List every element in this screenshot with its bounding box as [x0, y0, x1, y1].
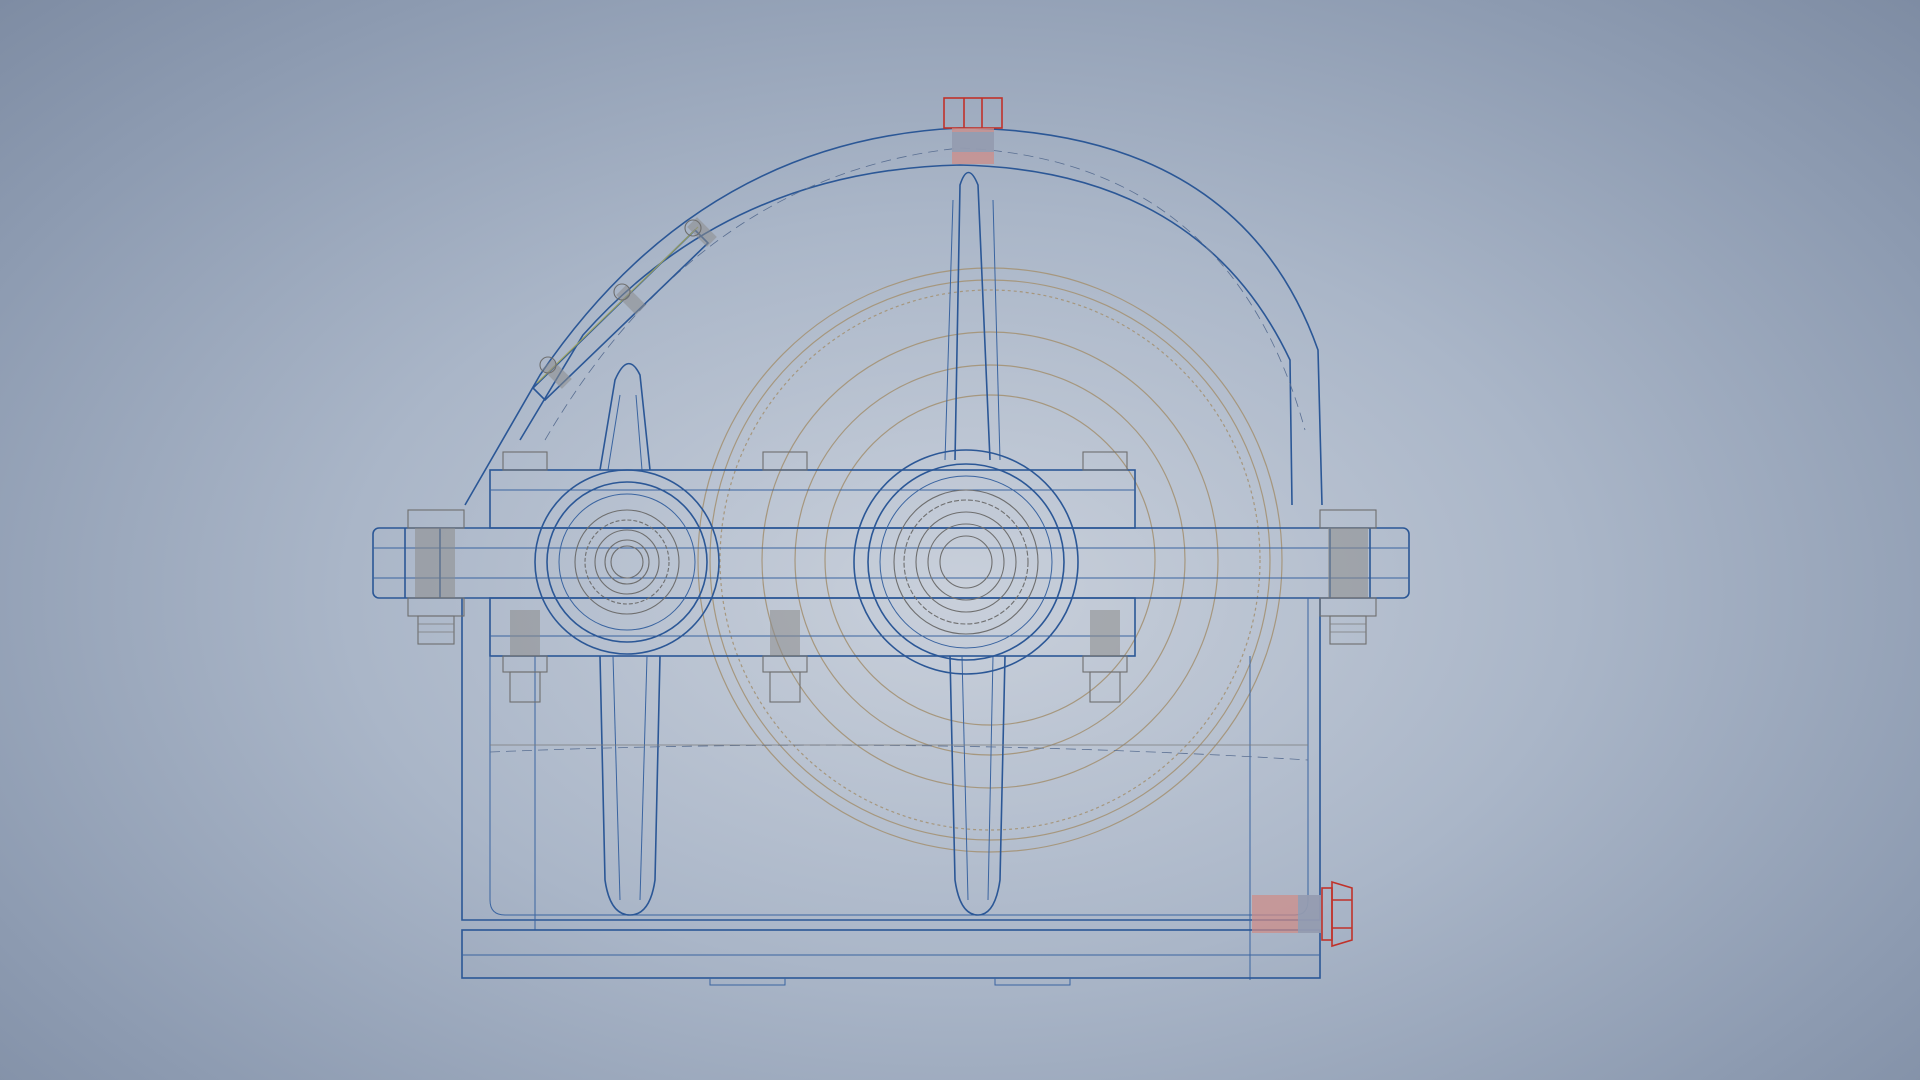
gearbox-wireframe-drawing[interactable] — [0, 0, 1920, 1080]
housing-cover[interactable] — [464, 127, 1323, 506]
input-shaft-bearing[interactable] — [534, 469, 720, 655]
flange-bolt-right[interactable] — [1319, 509, 1377, 645]
output-shaft-bearing[interactable] — [853, 449, 1079, 675]
cad-viewport[interactable] — [0, 0, 1920, 1080]
flange-bolt-left[interactable] — [407, 509, 465, 645]
inspection-cover[interactable] — [531, 217, 717, 402]
breather-plug[interactable] — [943, 97, 1003, 164]
large-gear[interactable] — [697, 267, 1283, 853]
drain-plug[interactable] — [1252, 880, 1353, 948]
